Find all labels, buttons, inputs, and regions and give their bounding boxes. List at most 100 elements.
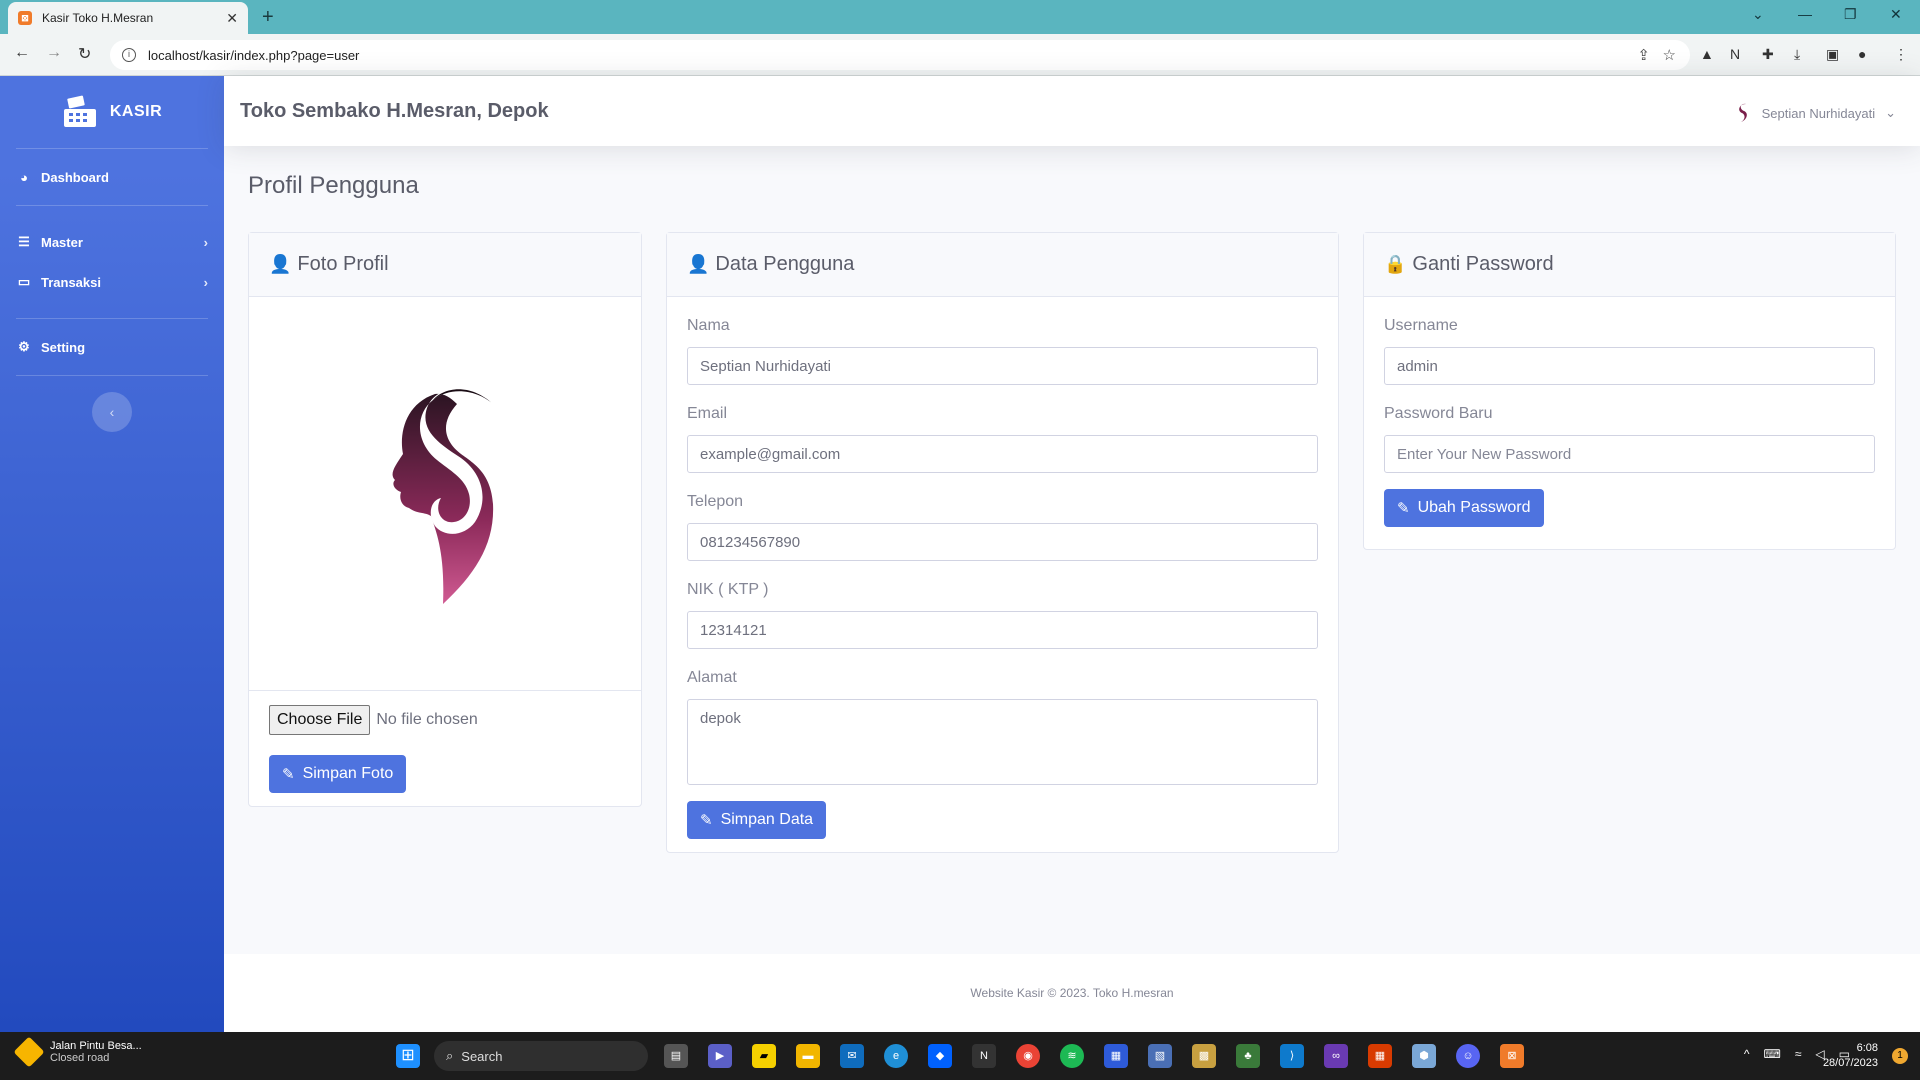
sticky-notes-icon[interactable]: ▰	[752, 1044, 776, 1068]
notion-icon[interactable]: N	[972, 1044, 996, 1068]
date: 28/07/2023	[1822, 1057, 1878, 1069]
file-explorer-icon[interactable]: ▬	[796, 1044, 820, 1068]
nama-input[interactable]: Septian Nurhidayati	[687, 347, 1318, 385]
widget-title: Jalan Pintu Besa...	[50, 1040, 142, 1052]
file-input[interactable]: Choose File No file chosen	[249, 691, 641, 735]
sidebar-item-setting[interactable]: ⚙ Setting	[0, 319, 224, 375]
desktop-icon: ▭	[17, 274, 31, 289]
sidebar-item-label: Transaksi	[41, 274, 101, 290]
address-bar[interactable]: i localhost/kasir/index.php?page=user ⇪ …	[110, 40, 1690, 70]
tab-search-icon[interactable]: ⌄	[1752, 6, 1764, 23]
app-icon[interactable]: ⬢	[1412, 1044, 1436, 1068]
clock[interactable]: 6:08 28/07/2023	[1823, 1041, 1878, 1071]
search-icon: ⌕	[446, 1048, 454, 1063]
widget-subtitle: Closed road	[50, 1052, 110, 1064]
restore-icon[interactable]: ❐	[1844, 6, 1857, 23]
taskbar-search[interactable]: ⌕ Search	[434, 1041, 648, 1071]
chrome-icon[interactable]: ◉	[1016, 1044, 1040, 1068]
sidebar-item-dashboard[interactable]: ◕ Dashboard	[0, 149, 224, 205]
vscode-icon[interactable]: ⟩	[1280, 1044, 1304, 1068]
dropbox-icon[interactable]: ◆	[928, 1044, 952, 1068]
cash-register-icon	[63, 95, 96, 127]
card-body: Nama Septian Nurhidayati Email example@g…	[667, 297, 1338, 859]
task-view-icon[interactable]: ▤	[664, 1044, 688, 1068]
telepon-input[interactable]: 081234567890	[687, 523, 1318, 561]
username-input[interactable]: admin	[1384, 347, 1875, 385]
game-icon[interactable]: ▩	[1192, 1044, 1216, 1068]
notification-badge[interactable]: 1	[1892, 1048, 1908, 1064]
app-icon[interactable]: ♣	[1236, 1044, 1260, 1068]
chevron-up-icon[interactable]: ^	[1744, 1047, 1750, 1061]
button-label: Simpan Data	[720, 811, 814, 828]
browser-tab-title: Kasir Toko H.Mesran	[42, 11, 154, 25]
chevron-left-icon: ‹	[109, 404, 115, 420]
sidebar: KASIR ◕ Dashboard ☰ Master › ▭ Transaksi…	[0, 76, 224, 1032]
spotify-icon[interactable]: ≋	[1060, 1044, 1084, 1068]
nik-input[interactable]: 12314121	[687, 611, 1318, 649]
sidebar-item-label: Dashboard	[41, 169, 109, 185]
email-input[interactable]: example@gmail.com	[687, 435, 1318, 473]
footer: Website Kasir © 2023. Toko H.mesran	[224, 954, 1920, 1032]
office-icon[interactable]: ▦	[1368, 1044, 1392, 1068]
user-name: Septian Nurhidayati	[1761, 105, 1876, 121]
alamat-textarea[interactable]: depok	[687, 699, 1318, 785]
profile-icon[interactable]: ●	[1858, 46, 1866, 62]
browser-toolbar: ← → ↻ i localhost/kasir/index.php?page=u…	[0, 34, 1920, 76]
discord-icon[interactable]: ☺	[1456, 1044, 1480, 1068]
edge-icon[interactable]: e	[884, 1044, 908, 1068]
menu-icon[interactable]: ⋮	[1894, 46, 1908, 63]
keyboard-icon[interactable]: ⌨	[1764, 1047, 1781, 1061]
lock-icon: 🔒	[1384, 254, 1407, 274]
sidebar-brand[interactable]: KASIR	[0, 76, 224, 148]
xampp-icon[interactable]: ⊠	[1500, 1044, 1524, 1068]
chevron-right-icon: ›	[203, 274, 208, 290]
password-label: Password Baru	[1384, 405, 1493, 422]
reload-icon[interactable]: ↻	[78, 44, 91, 64]
simpan-foto-button[interactable]: ✎ Simpan Foto	[269, 755, 407, 793]
sidebar-item-transaksi[interactable]: ▭ Transaksi ›	[0, 262, 224, 302]
forward-icon[interactable]: →	[46, 44, 62, 62]
dbeaver-icon[interactable]: ▦	[1104, 1044, 1128, 1068]
teams-icon[interactable]: ▶	[708, 1044, 732, 1068]
chevron-down-icon: ⌄	[1885, 105, 1896, 120]
browser-tab[interactable]: ⊠ Kasir Toko H.Mesran ✕	[8, 2, 248, 34]
edit-icon: ✎	[1397, 500, 1410, 517]
password-input[interactable]: Enter Your New Password	[1384, 435, 1875, 473]
windows-start-icon[interactable]: ⊞	[396, 1044, 420, 1068]
page-title: Profil Pengguna	[248, 172, 419, 199]
traffic-widget[interactable]: Jalan Pintu Besa... Closed road	[13, 1036, 142, 1068]
visual-studio-icon[interactable]: ∞	[1324, 1044, 1348, 1068]
tab-close-icon[interactable]: ✕	[226, 10, 238, 27]
nik-label: NIK ( KTP )	[687, 581, 769, 598]
sidebar-divider	[16, 375, 208, 376]
simpan-data-button[interactable]: ✎ Simpan Data	[687, 801, 827, 839]
app-icon[interactable]: ▧	[1148, 1044, 1172, 1068]
back-icon[interactable]: ←	[14, 44, 30, 62]
browser-tab-bar: ⊠ Kasir Toko H.Mesran ✕ + ⌄ — ❐ ✕	[0, 0, 1920, 34]
share-icon[interactable]: ⇪	[1637, 46, 1650, 64]
time: 6:08	[1856, 1042, 1878, 1054]
sidebar-toggle-button[interactable]: ‹	[92, 392, 132, 432]
extension-n-icon[interactable]: N	[1730, 46, 1740, 62]
sidepanel-icon[interactable]: ▣	[1826, 46, 1839, 63]
new-tab-icon[interactable]: +	[262, 6, 274, 29]
download-icon[interactable]: ⤓	[1794, 46, 1800, 63]
minimize-icon[interactable]: —	[1798, 6, 1812, 22]
site-info-icon[interactable]: i	[122, 48, 136, 62]
card-title: Foto Profil	[297, 253, 389, 275]
wifi-icon[interactable]: ≈	[1795, 1047, 1802, 1061]
mail-icon[interactable]: ✉	[840, 1044, 864, 1068]
foto-profil-card: 👤 Foto Profil Choose File No file chosen	[248, 232, 642, 807]
puzzle-icon[interactable]: ✚	[1762, 46, 1774, 63]
windows-taskbar: Jalan Pintu Besa... Closed road ⊞ ⌕ Sear…	[0, 1032, 1920, 1080]
database-icon: ☰	[18, 234, 30, 249]
sidebar-item-label: Master	[41, 234, 83, 250]
extension-icon[interactable]: ▲	[1700, 46, 1714, 62]
window-close-icon[interactable]: ✕	[1890, 6, 1902, 23]
bookmark-star-icon[interactable]: ☆	[1663, 46, 1676, 64]
user-dropdown[interactable]: Septian Nurhidayati ⌄	[1734, 102, 1896, 124]
choose-file-button[interactable]: Choose File	[269, 705, 371, 735]
road-warning-icon	[13, 1036, 45, 1068]
ubah-password-button[interactable]: ✎ Ubah Password	[1384, 489, 1544, 527]
button-label: Ubah Password	[1417, 499, 1531, 516]
